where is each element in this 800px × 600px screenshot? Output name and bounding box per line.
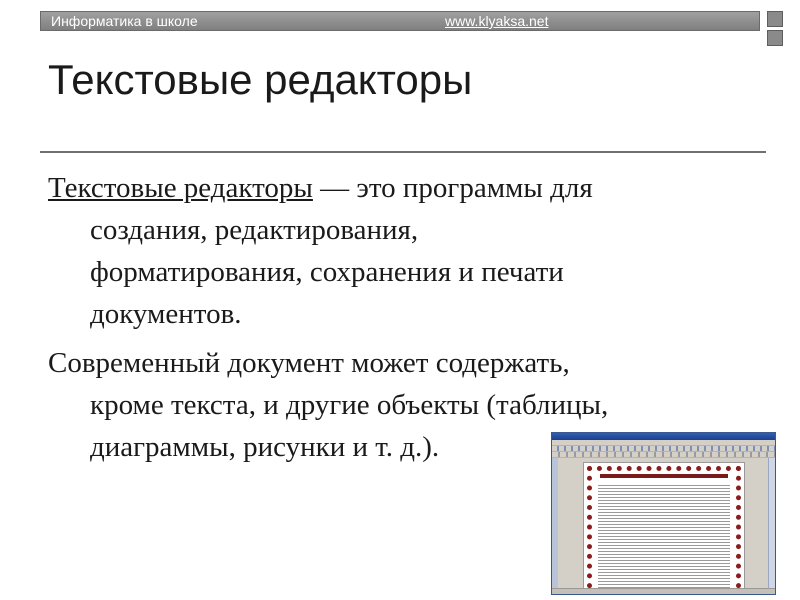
window-scrollbar bbox=[768, 458, 775, 588]
slide-title: Текстовые редакторы bbox=[48, 56, 473, 103]
paragraph-line: создания, редактирования, bbox=[90, 214, 419, 246]
square-icon bbox=[767, 30, 783, 46]
window-toolbar bbox=[552, 452, 775, 458]
paragraph-line: документов. bbox=[90, 298, 242, 330]
window-ruler bbox=[552, 458, 558, 588]
header-bar: Информатика в школе www.klyaksa.net bbox=[40, 11, 760, 31]
document-heading-line bbox=[600, 474, 728, 478]
document-page bbox=[584, 463, 744, 594]
title-divider bbox=[40, 151, 766, 153]
window-titlebar bbox=[552, 433, 775, 440]
paragraph-line: кроме текста, и другие объекты (таблицы, bbox=[90, 389, 609, 421]
document-screenshot-image bbox=[551, 432, 776, 595]
site-link[interactable]: www.klyaksa.net bbox=[445, 13, 548, 29]
window-statusbar bbox=[552, 588, 775, 594]
header-caption: Информатика в школе bbox=[51, 13, 198, 29]
definition-paragraph: Текстовые редакторы — это программы для … bbox=[48, 167, 763, 335]
paragraph-line: Современный документ может содержать, bbox=[48, 347, 570, 379]
square-icon bbox=[767, 11, 783, 27]
paragraph-line: форматирования, сохранения и печати bbox=[90, 256, 564, 288]
document-text-lines bbox=[598, 483, 730, 594]
definition-text: — это программы для bbox=[312, 172, 593, 204]
paragraph-line: Текстовые редакторы — это программы для bbox=[48, 167, 763, 209]
decorative-squares bbox=[767, 11, 783, 49]
term-text: Текстовые редакторы bbox=[48, 172, 313, 204]
